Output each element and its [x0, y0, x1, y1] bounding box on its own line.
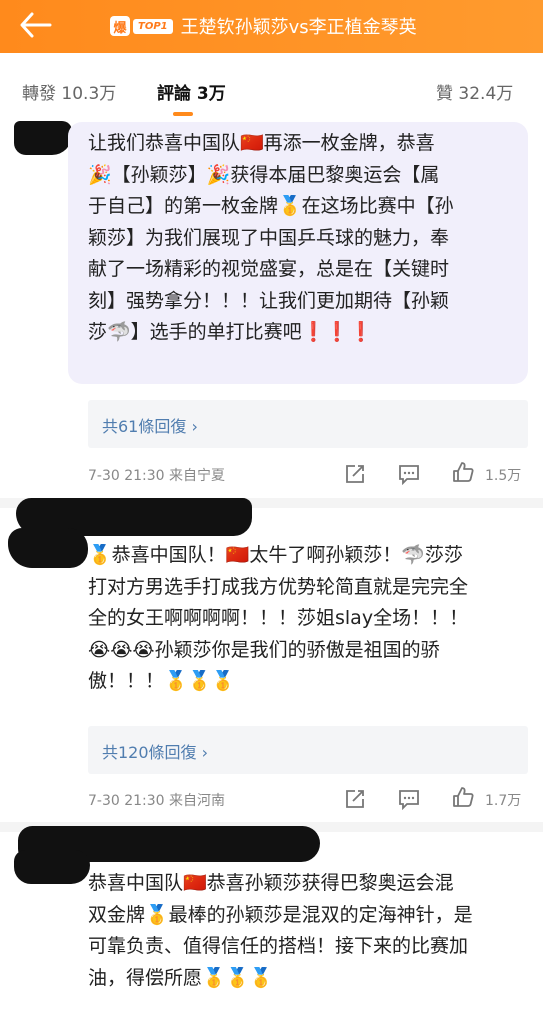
tab-reposts-count: 10.3万 — [61, 84, 117, 104]
tab-bar: 轉發 10.3万 評論 3万 贊 32.4万 — [0, 55, 543, 119]
redacted-avatar — [8, 528, 88, 568]
comment-location: 来自河南 — [169, 793, 226, 809]
thumbs-up-icon[interactable] — [452, 461, 474, 483]
tab-likes-label: 贊 — [436, 84, 453, 104]
repost-icon[interactable] — [344, 788, 366, 810]
comment-line: 献了一场精彩的视觉盛宴，总是在【关键时 — [88, 258, 450, 280]
title-area: 爆 TOP1 王楚钦孙颖莎vs李正植金琴英 — [110, 11, 417, 41]
comment-line: 于自己】的第一枚金牌🥇在这场比赛中【孙 — [88, 195, 454, 217]
replies-link[interactable]: 共120條回復 › — [102, 739, 208, 763]
comment-1-text: 让我们恭喜中国队🇨🇳再添一枚金牌，恭喜 🎉【孙颖莎】🎉获得本届巴黎奥运会【属 于… — [88, 128, 518, 349]
comment-time: 7-30 21:30 — [88, 468, 165, 484]
comment-line: 全的女王啊啊啊啊！！！莎姐slay全场！！！ — [88, 607, 469, 629]
redacted-avatar — [14, 121, 72, 155]
comment-time: 7-30 21:30 — [88, 793, 165, 809]
comment-line: 😭😭😭孙颖莎你是我们的骄傲是祖国的骄 — [88, 638, 440, 661]
tab-comments-count: 3万 — [196, 84, 226, 104]
comment-line: 恭喜中国队🇨🇳恭喜孙颖莎获得巴黎奥运会混 — [88, 872, 454, 894]
redacted-avatar — [14, 850, 90, 884]
comment-line: 可靠负责、值得信任的搭档！接下来的比赛加 — [88, 935, 469, 957]
like-count: 1.5万 — [485, 468, 522, 484]
rank-badge: TOP1 — [133, 18, 173, 34]
tab-likes-count: 32.4万 — [458, 84, 514, 104]
comment-2-text: 🥇恭喜中国队！🇨🇳太牛了啊孙颖莎！🦈莎莎 打对方男选手打成我方优势轮简直就是完完… — [88, 540, 518, 698]
replies-count: 共120條回復 — [102, 743, 197, 762]
top-bar: 爆 TOP1 王楚钦孙颖莎vs李正植金琴英 — [0, 0, 543, 53]
page-title: 王楚钦孙颖莎vs李正植金琴英 — [180, 17, 417, 38]
tab-reposts-label: 轉發 — [22, 84, 56, 104]
comment-line: 🎉【孙颖莎】🎉获得本届巴黎奥运会【属 — [88, 163, 440, 186]
comment-line: 让我们恭喜中国队🇨🇳再添一枚金牌，恭喜 — [88, 132, 435, 154]
tab-comments-label: 評論 — [157, 84, 191, 104]
comment-line: 傲！！！🥇🥇🥇 — [88, 670, 235, 692]
replies-box[interactable]: 共120條回復 › — [88, 726, 528, 774]
comment-line: 颖莎】为我们展现了中国乒乓球的魅力，奉 — [88, 226, 450, 249]
comment-icon[interactable] — [398, 463, 420, 485]
tab-reposts[interactable]: 轉發 10.3万 — [22, 79, 116, 104]
comment-meta: 7-30 21:30 来自河南 — [88, 790, 225, 810]
thumbs-up-icon[interactable] — [452, 786, 474, 808]
active-tab-indicator — [173, 112, 193, 116]
tab-likes[interactable]: 贊 32.4万 — [436, 79, 513, 104]
hot-badge: 爆 — [110, 16, 130, 36]
comment-meta: 7-30 21:30 来自宁夏 — [88, 465, 225, 485]
replies-link[interactable]: 共61條回復 › — [102, 413, 198, 437]
comment-line: 刻】强势拿分！！！让我们更加期待【孙颖 — [88, 289, 450, 312]
like-count: 1.7万 — [485, 793, 522, 809]
replies-count: 共61條回復 — [102, 417, 187, 436]
comment-line: 🥇恭喜中国队！🇨🇳太牛了啊孙颖莎！🦈莎莎 — [88, 544, 463, 566]
comment-line: 打对方男选手打成我方优势轮简直就是完完全 — [88, 575, 469, 598]
comment-line: 双金牌🥇最棒的孙颖莎是混双的定海神针，是 — [88, 903, 473, 926]
repost-icon[interactable] — [344, 463, 366, 485]
comment-location: 来自宁夏 — [169, 468, 226, 484]
replies-box[interactable]: 共61條回復 › — [88, 400, 528, 448]
comment-line: 莎🦈】选手的单打比赛吧❗❗❗ — [88, 321, 373, 343]
tab-comments[interactable]: 評論 3万 — [157, 79, 226, 104]
comment-line: 油，得偿所愿🥇🥇🥇 — [88, 966, 273, 989]
back-arrow-icon[interactable] — [18, 10, 52, 40]
comment-3-text: 恭喜中国队🇨🇳恭喜孙颖莎获得巴黎奥运会混 双金牌🥇最棒的孙颖莎是混双的定海神针，… — [88, 868, 518, 994]
comment-icon[interactable] — [398, 788, 420, 810]
